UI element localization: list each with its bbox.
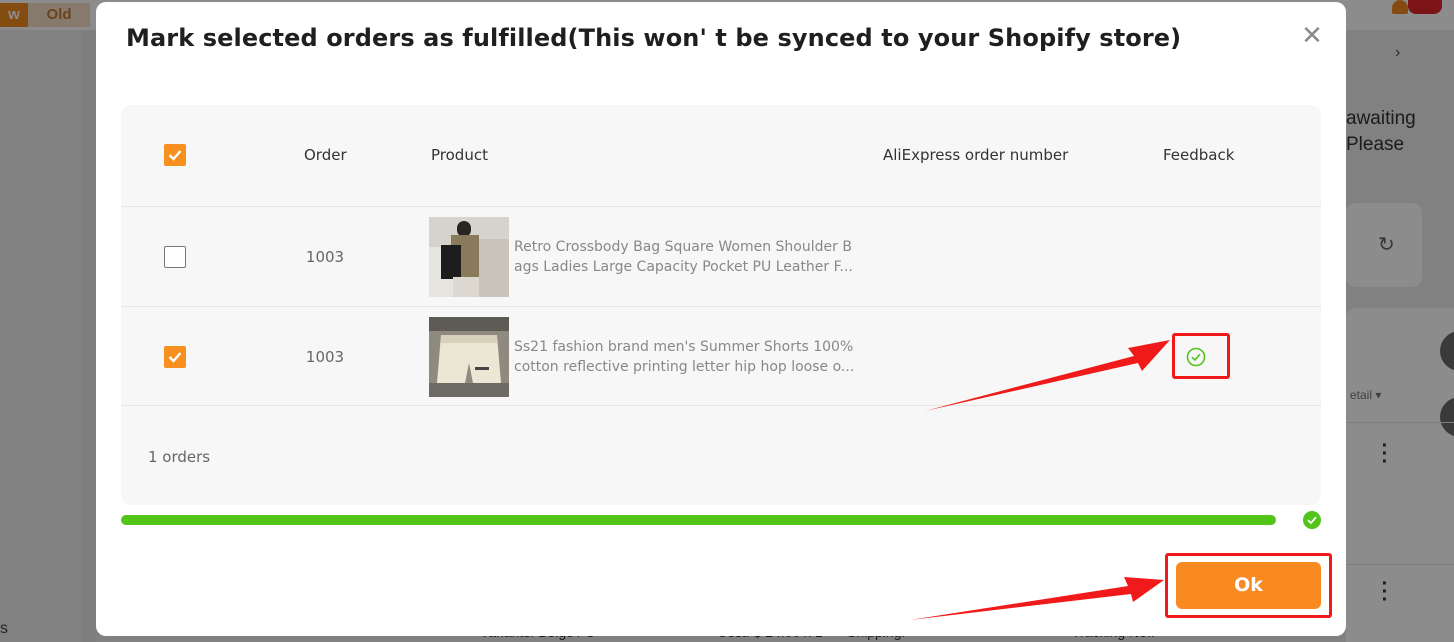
check-icon (168, 352, 182, 363)
column-header-order: Order (304, 146, 347, 164)
product-image[interactable] (429, 317, 509, 397)
row-checkbox[interactable] (164, 246, 186, 268)
ok-annotation-box (1165, 553, 1332, 618)
success-icon (1303, 511, 1321, 529)
orders-count: 1 orders (148, 448, 211, 466)
product-title-line-2: cotton reflective printing letter hip ho… (514, 359, 855, 375)
select-all-checkbox[interactable] (164, 144, 186, 166)
column-header-feedback: Feedback (1163, 146, 1235, 164)
close-icon[interactable]: ✕ (1300, 22, 1324, 48)
product-title-line-1: Retro Crossbody Bag Square Women Shoulde… (514, 239, 852, 255)
order-number: 1003 (305, 348, 345, 366)
product-title-line-1: Ss21 fashion brand men's Summer Shorts 1… (514, 339, 854, 355)
fulfill-modal: Mark selected orders as fulfilled(This w… (96, 2, 1346, 636)
column-header-aliexpress-order-number: AliExpress order number (883, 146, 1069, 164)
product-title[interactable]: Retro Crossbody Bag Square Women Shoulde… (514, 237, 864, 277)
progress-fill (121, 515, 1276, 525)
table-row: 1003 Retro Crossbody Bag Square Women Sh… (121, 206, 1321, 306)
product-title[interactable]: Ss21 fashion brand men's Summer Shorts 1… (514, 337, 864, 377)
order-number: 1003 (305, 248, 345, 266)
check-icon (168, 150, 182, 161)
row-checkbox[interactable] (164, 346, 186, 368)
orders-table: Order Product AliExpress order number Fe… (121, 105, 1321, 505)
feedback-annotation-box (1172, 333, 1230, 379)
column-header-product: Product (431, 146, 488, 164)
modal-title: Mark selected orders as fulfilled(This w… (126, 24, 1182, 52)
product-image[interactable] (429, 217, 509, 297)
progress-bar (121, 515, 1276, 525)
product-title-line-2: ags Ladies Large Capacity Pocket PU Leat… (514, 259, 853, 275)
table-row: 1003 Ss21 fashion brand men's Summer Sho… (121, 306, 1321, 406)
table-header: Order Product AliExpress order number Fe… (121, 105, 1321, 205)
